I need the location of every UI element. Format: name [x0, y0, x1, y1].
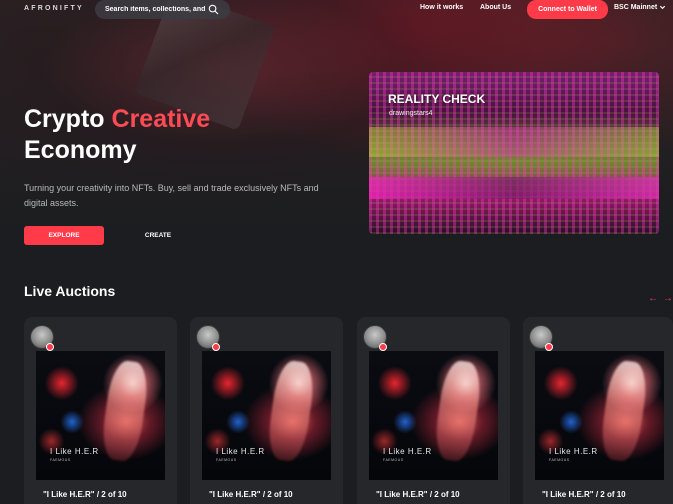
featured-artwork[interactable]: REALITY CHECK drawingstars4	[369, 72, 659, 234]
carousel-arrows: ← →	[648, 294, 673, 304]
nav-link-how-it-works[interactable]: How it works	[420, 4, 463, 11]
auction-card[interactable]: I Like H.E.R FAEMOUS "I Like H.E.R" / 2 …	[523, 317, 673, 504]
arrow-left-icon[interactable]: ←	[648, 294, 658, 304]
artwork-sublabel: FAEMOUS	[549, 458, 570, 462]
artwork-flame-graphic	[598, 358, 650, 464]
artwork-flame-graphic	[265, 358, 317, 464]
featured-title: REALITY CHECK	[388, 92, 486, 106]
card-title[interactable]: "I Like H.E.R" / 2 of 10	[542, 490, 626, 499]
hero-title-part2: Economy	[24, 136, 137, 164]
hero-title-accent: Creative	[111, 105, 211, 133]
nft-artwork[interactable]: I Like H.E.R FAEMOUS	[202, 351, 331, 480]
nft-artwork[interactable]: I Like H.E.R FAEMOUS	[535, 351, 664, 480]
network-selector[interactable]: BSC Mainnet	[614, 4, 666, 11]
auction-card[interactable]: I Like H.E.R FAEMOUS "I Like H.E.R" / 2 …	[357, 317, 510, 504]
verified-badge-icon	[46, 343, 54, 351]
card-title[interactable]: "I Like H.E.R" / 2 of 10	[376, 490, 460, 499]
artwork-flame-graphic	[432, 358, 484, 464]
search-bar[interactable]	[95, 0, 230, 19]
artwork-sublabel: FAEMOUS	[50, 458, 71, 462]
nft-artwork[interactable]: I Like H.E.R FAEMOUS	[36, 351, 165, 480]
search-input[interactable]	[105, 6, 205, 13]
connect-wallet-button[interactable]: Connect to Wallet	[527, 0, 608, 19]
top-nav: AFRONIFTY How it works About Us Connect …	[0, 0, 673, 22]
artwork-flame-graphic	[99, 358, 151, 464]
verified-badge-icon	[212, 343, 220, 351]
auction-card[interactable]: I Like H.E.R FAEMOUS "I Like H.E.R" / 2 …	[190, 317, 343, 504]
network-label: BSC Mainnet	[614, 4, 658, 11]
create-button[interactable]: CREATE	[118, 226, 198, 245]
auction-card[interactable]: I Like H.E.R FAEMOUS "I Like H.E.R" / 2 …	[24, 317, 177, 504]
hero-title-part1: Crypto	[24, 105, 105, 133]
card-title[interactable]: "I Like H.E.R" / 2 of 10	[209, 490, 293, 499]
verified-badge-icon	[545, 343, 553, 351]
hero-subtitle: Turning your creativity into NFTs. Buy, …	[24, 183, 319, 208]
site-logo[interactable]: AFRONIFTY	[24, 5, 84, 12]
nav-link-about-us[interactable]: About Us	[480, 4, 511, 11]
artwork-glitch-band	[369, 177, 659, 199]
featured-artist[interactable]: drawingstars4	[389, 110, 433, 117]
artwork-label: I Like H.E.R	[216, 447, 265, 456]
verified-badge-icon	[379, 343, 387, 351]
explore-button[interactable]: EXPLORE	[24, 226, 104, 245]
chevron-down-icon	[660, 5, 666, 10]
live-auctions-heading: Live Auctions	[24, 283, 116, 299]
artwork-sublabel: FAEMOUS	[216, 458, 237, 462]
artwork-glitch-band	[369, 127, 659, 157]
artwork-label: I Like H.E.R	[50, 447, 99, 456]
hero-title: Crypto Creative Economy	[24, 104, 284, 166]
arrow-right-icon[interactable]: →	[663, 294, 673, 304]
artwork-label: I Like H.E.R	[549, 447, 598, 456]
card-title[interactable]: "I Like H.E.R" / 2 of 10	[43, 490, 127, 499]
nft-artwork[interactable]: I Like H.E.R FAEMOUS	[369, 351, 498, 480]
search-icon[interactable]	[208, 4, 219, 15]
artwork-label: I Like H.E.R	[383, 447, 432, 456]
artwork-sublabel: FAEMOUS	[383, 458, 404, 462]
